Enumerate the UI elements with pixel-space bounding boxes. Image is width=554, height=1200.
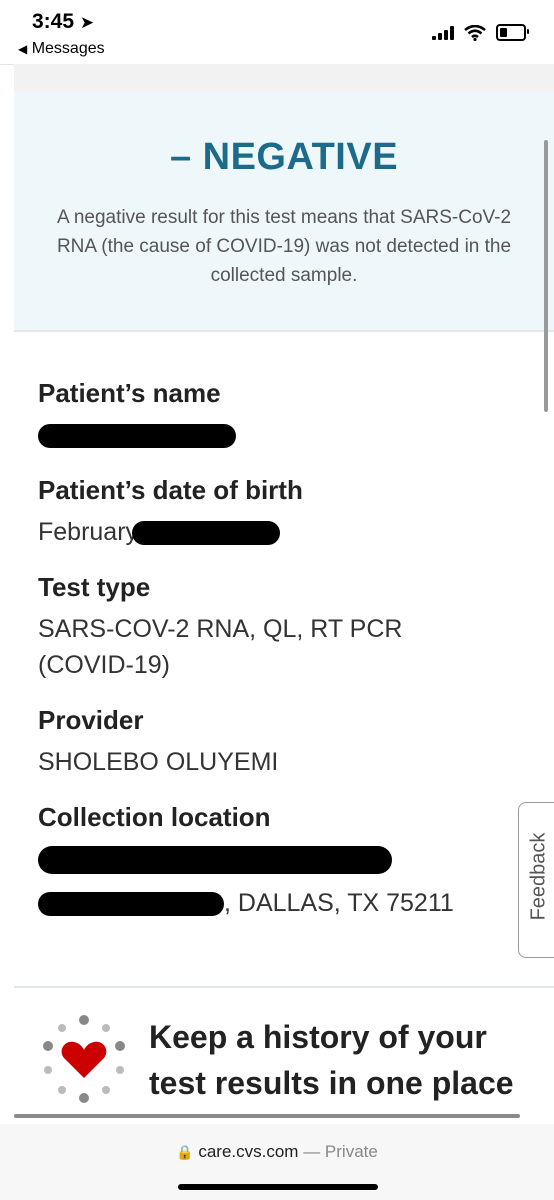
- patient-name-label: Patient’s name: [38, 378, 221, 408]
- patient-name-value: [38, 417, 530, 453]
- collection-location-line2: , DALLAS, TX 75211: [38, 885, 530, 921]
- clock-time: 3:45: [32, 10, 75, 33]
- horizontal-scrollbar[interactable]: [14, 1114, 520, 1118]
- status-bar: 3:45 ➤ ◀ Messages: [0, 0, 554, 65]
- provider-label: Provider: [38, 705, 144, 735]
- system-icons: [432, 24, 529, 41]
- feedback-button[interactable]: Feedback: [518, 802, 554, 958]
- location-arrow-icon: ➤: [79, 13, 95, 32]
- feedback-label: Feedback: [527, 832, 550, 921]
- dob-month: February: [38, 518, 139, 546]
- test-type-value: SARS-COV-2 RNA, QL, RT PCR (COVID-19): [38, 615, 403, 679]
- back-to-messages[interactable]: ◀ Messages: [18, 40, 105, 58]
- test-type-label: Test type: [38, 572, 151, 602]
- provider-value: SHOLEBO OLUYEMI: [38, 748, 279, 776]
- url-domain: care.cvs.com: [198, 1142, 299, 1161]
- wifi-icon: [464, 24, 486, 41]
- collection-location-line1: [38, 841, 530, 877]
- home-indicator[interactable]: [178, 1184, 378, 1190]
- patient-details: Patient’s name Patient’s date of birth F…: [14, 332, 554, 1006]
- lock-icon: 🔒: [176, 1144, 194, 1160]
- url-separator: —: [298, 1142, 325, 1161]
- result-banner: – NEGATIVE A negative result for this te…: [14, 92, 554, 332]
- promo-heading: Keep a history of your test results in o…: [149, 1019, 514, 1101]
- battery-icon: [496, 24, 529, 41]
- heart-dots-icon: [43, 1015, 125, 1103]
- web-page: – NEGATIVE A negative result for this te…: [14, 64, 554, 1120]
- result-status-title: – NEGATIVE: [169, 136, 399, 178]
- browser-url-bar[interactable]: 🔒 care.cvs.com — Private: [0, 1124, 554, 1200]
- redaction-mark: [132, 521, 281, 546]
- cellular-signal-icon: [432, 25, 454, 40]
- collection-location-city: , DALLAS, TX 75211: [224, 889, 454, 917]
- redaction-mark: [38, 892, 224, 917]
- back-triangle-icon: ◀: [18, 42, 28, 56]
- vertical-scrollbar[interactable]: [544, 140, 548, 412]
- redaction-mark: [38, 846, 392, 875]
- result-description: A negative result for this test means th…: [56, 207, 512, 286]
- result-card: – NEGATIVE A negative result for this te…: [14, 92, 554, 1006]
- clock: 3:45 ➤: [32, 10, 94, 34]
- collection-location-label: Collection location: [38, 802, 271, 832]
- history-promo[interactable]: Keep a history of your test results in o…: [14, 986, 554, 1120]
- dob-label: Patient’s date of birth: [38, 475, 303, 505]
- back-label: Messages: [31, 40, 105, 57]
- dob-value: February: [38, 514, 530, 550]
- private-label: Private: [324, 1142, 378, 1161]
- url-display[interactable]: 🔒 care.cvs.com — Private: [0, 1142, 554, 1162]
- redaction-mark: [38, 424, 236, 449]
